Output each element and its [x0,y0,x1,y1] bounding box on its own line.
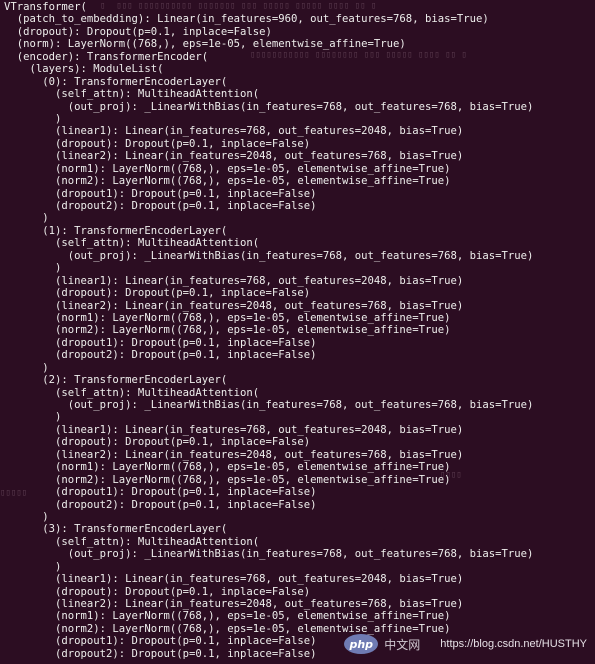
terminal-line: (norm1): LayerNorm((768,), eps=1e-05, el… [4,610,451,623]
terminal-line: ) [4,361,49,374]
terminal-line: (out_proj): _LinearWithBias(in_features=… [4,399,534,411]
terminal-line: (norm): LayerNorm((768,), eps=1e-05, ele… [4,38,406,51]
terminal-line: (linear2): Linear(in_features=2048, out_… [4,448,464,461]
terminal-line: (norm1): LayerNorm((768,), eps=1e-05, el… [4,162,451,175]
terminal-line: (self_attn): MultiheadAttention( [4,386,260,399]
terminal-line: (encoder): TransformerEncoder( [4,50,209,63]
terminal-line: (dropout2): Dropout(p=0.1, inplace=False… [4,349,317,362]
terminal-line: ) [4,411,62,424]
terminal-window[interactable]: ▯ ▯▯▯ ▯▯▯▯▯▯▯▯▯▯ ▯▯▯▯▯▯▯ ▯▯▯ ▯▯▯▯▯ ▯▯▯▯▯… [0,0,595,664]
terminal-line: (3): TransformerEncoderLayer( [4,523,228,536]
terminal-line: (dropout): Dropout(p=0.1, inplace=False) [4,287,311,300]
terminal-line: (norm2): LayerNorm((768,), eps=1e-05, el… [4,473,451,486]
terminal-line: (out_proj): _LinearWithBias(in_features=… [4,548,534,561]
terminal-line: (linear1): Linear(in_features=768, out_f… [4,274,464,287]
terminal-line: ) [4,212,49,225]
terminal-line: (dropout): Dropout(p=0.1, inplace=False) [4,585,311,598]
terminal-line: (dropout1): Dropout(p=0.1, inplace=False… [4,336,317,349]
terminal-line: (self_attn): MultiheadAttention( [4,88,260,101]
terminal-line: (norm1): LayerNorm((768,), eps=1e-05, el… [4,311,451,324]
terminal-line: (linear1): Linear(in_features=768, out_f… [4,125,464,138]
terminal-line: (norm2): LayerNorm((768,), eps=1e-05, el… [4,175,451,188]
terminal-line: (norm1): LayerNorm((768,), eps=1e-05, el… [4,461,451,474]
terminal-line: (linear2): Linear(in_features=2048, out_… [4,150,464,163]
terminal-line: (linear1): Linear(in_features=768, out_f… [4,573,464,586]
terminal-line: (linear1): Linear(in_features=768, out_f… [4,423,464,436]
terminal-line: (self_attn): MultiheadAttention( [4,535,260,548]
terminal-line: ) [4,262,62,275]
watermark-site-text: 中文网 [384,637,421,652]
watermark: php 中文网 https://blog.csdn.net/HUSTHY [344,634,587,654]
terminal-output: VTransformer( (patch_to_embedding): Line… [4,1,595,660]
terminal-line: (1): TransformerEncoderLayer( [4,224,228,237]
terminal-line: (dropout2): Dropout(p=0.1, inplace=False… [4,498,317,511]
php-logo-icon: php [344,634,379,654]
terminal-line: (dropout): Dropout(p=0.1, inplace=False) [4,436,311,449]
terminal-line: (self_attn): MultiheadAttention( [4,237,260,250]
terminal-line: (out_proj): _LinearWithBias(in_features=… [4,100,534,113]
terminal-line: (dropout2): Dropout(p=0.1, inplace=False… [4,200,317,212]
terminal-line: (patch_to_embedding): Linear(in_features… [4,13,489,26]
terminal-line: (layers): ModuleList( [4,63,164,76]
terminal-line: ) [4,510,49,523]
terminal-line: (dropout1): Dropout(p=0.1, inplace=False… [4,486,317,499]
terminal-line: (2): TransformerEncoderLayer( [4,374,228,387]
terminal-line: (linear2): Linear(in_features=2048, out_… [4,598,464,610]
terminal-line: (0): TransformerEncoderLayer( [4,75,228,88]
terminal-line: (norm2): LayerNorm((768,), eps=1e-05, el… [4,324,451,337]
watermark-url: https://blog.csdn.net/HUSTHY [440,638,587,650]
terminal-line: (dropout1): Dropout(p=0.1, inplace=False… [4,187,317,200]
terminal-line: (dropout): Dropout(p=0.1, inplace=False) [4,137,311,150]
terminal-line: ) [4,560,62,573]
terminal-line: ) [4,112,62,125]
terminal-line: VTransformer( [4,1,87,13]
terminal-line: (dropout): Dropout(p=0.1, inplace=False) [4,25,272,38]
terminal-line: (out_proj): _LinearWithBias(in_features=… [4,249,534,262]
terminal-line: (linear2): Linear(in_features=2048, out_… [4,299,464,312]
